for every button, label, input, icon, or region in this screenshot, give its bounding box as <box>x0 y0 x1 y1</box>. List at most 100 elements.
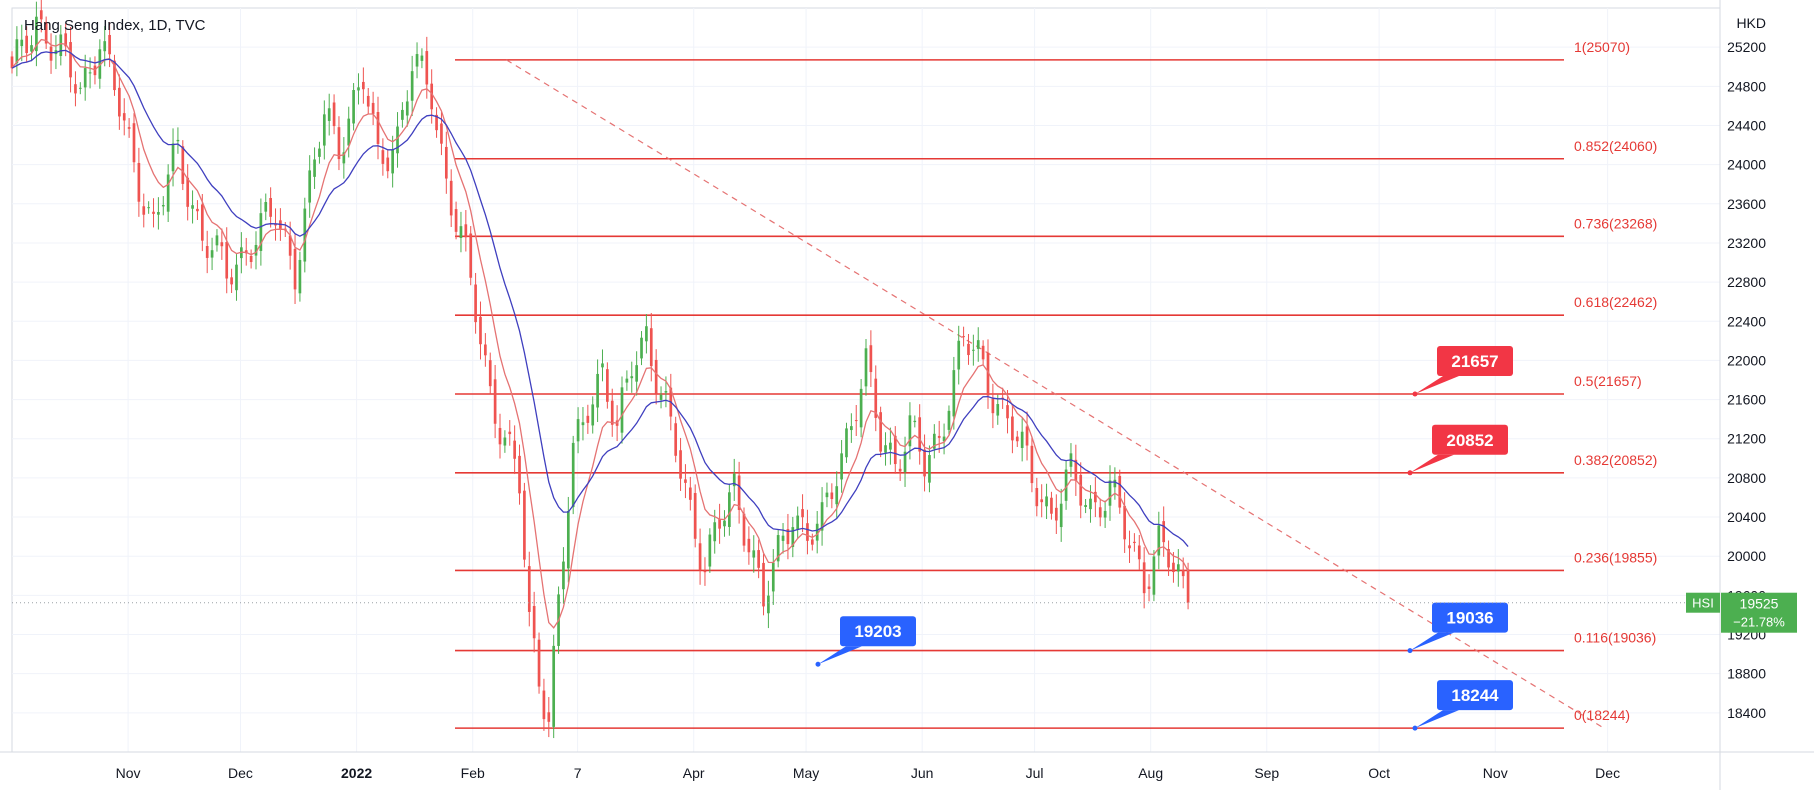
candle-body <box>859 388 863 428</box>
candle-body <box>420 55 424 61</box>
candle-body <box>654 359 658 394</box>
candle-body <box>532 605 536 639</box>
candle-body <box>845 428 848 458</box>
candle-body <box>976 340 980 349</box>
candle-body <box>645 326 648 342</box>
candle-body <box>1040 499 1044 503</box>
candle-body <box>523 490 526 560</box>
candle-body <box>147 207 150 209</box>
candle-body <box>503 437 507 446</box>
time-tick-label: Sep <box>1254 765 1279 781</box>
candlestick-chart[interactable]: 1(25070) 0.852(24060) 0.736(23268) 0.618(22… <box>0 0 1814 794</box>
candle-body <box>952 370 956 417</box>
candle-body <box>142 206 146 215</box>
candle-body <box>1181 569 1185 577</box>
candle-body <box>606 369 609 402</box>
last-price-badge[interactable]: 19525 −21.78% <box>1721 592 1797 633</box>
candle-body <box>303 208 307 262</box>
candle-body <box>835 486 839 505</box>
price-tick-label: 22800 <box>1727 274 1766 290</box>
candle-body <box>215 235 219 246</box>
candle-body <box>176 139 180 142</box>
candle-body <box>313 159 316 177</box>
price-tick-label: 23200 <box>1727 235 1766 251</box>
candle-body <box>728 492 731 527</box>
chart-container[interactable]: 1(25070) 0.852(24060) 0.736(23268) 0.618(22… <box>0 0 1814 794</box>
candle-body <box>1118 475 1122 508</box>
candle-body <box>298 259 302 294</box>
symbol-tag[interactable]: HSI <box>1686 592 1720 613</box>
candle-body <box>879 412 882 452</box>
candle-body <box>132 123 136 163</box>
candle-body <box>757 550 760 568</box>
candle-body <box>293 248 297 290</box>
candle-body <box>352 90 355 124</box>
candle-body <box>1142 562 1146 594</box>
candle-body <box>947 410 951 430</box>
candle-body <box>635 365 638 382</box>
candle-body <box>449 180 453 216</box>
candle-body <box>381 150 385 164</box>
candle-body <box>1084 505 1087 507</box>
candle-body <box>542 690 546 720</box>
candle-body <box>327 108 331 121</box>
candle-body <box>1137 545 1141 560</box>
candle-body <box>1059 503 1063 528</box>
candle-body <box>698 543 702 571</box>
fib-level-label: 0.116(19036) <box>1574 630 1656 646</box>
candle-body <box>498 427 502 445</box>
candle-body <box>1089 498 1092 510</box>
candle-body <box>1015 436 1019 442</box>
candle-body <box>659 394 663 400</box>
time-tick-label: Jun <box>911 765 934 781</box>
price-tick-label: 20400 <box>1727 509 1766 525</box>
candle-body <box>30 45 33 52</box>
candle-body <box>1025 426 1029 446</box>
candle-body <box>737 475 741 510</box>
time-tick-label: Apr <box>683 765 705 781</box>
candle-body <box>684 479 687 483</box>
fib-level-label: 1(25070) <box>1574 39 1630 55</box>
candle-body <box>591 404 595 426</box>
candle-body <box>1079 474 1083 506</box>
candle-body <box>571 442 575 508</box>
candle-body <box>1172 562 1175 573</box>
candle-body <box>1011 416 1014 441</box>
candle-body <box>396 126 399 154</box>
time-tick-label: Nov <box>1483 765 1508 781</box>
candle-body <box>1045 496 1048 507</box>
price-tick-label: 20000 <box>1727 548 1766 564</box>
candle-body <box>479 316 482 345</box>
candle-body <box>166 174 170 212</box>
time-tick-label: Dec <box>1595 765 1620 781</box>
candle-body <box>850 426 853 431</box>
callout-text: 21657 <box>1451 352 1498 371</box>
candle-body <box>152 211 155 214</box>
candle-body <box>957 340 961 370</box>
candle-body <box>371 102 375 114</box>
candle-body <box>308 170 312 203</box>
candle-body <box>718 519 721 529</box>
candle-body <box>83 68 87 88</box>
candle-body <box>840 453 843 480</box>
candle-body <box>1108 480 1112 506</box>
price-tick-label: 24800 <box>1727 78 1766 94</box>
candle-body <box>171 143 175 172</box>
candle-body <box>1157 525 1161 556</box>
candle-body <box>513 440 516 459</box>
currency-label: HKD <box>1736 15 1766 31</box>
candle-body <box>196 208 199 212</box>
candle-body <box>825 492 829 498</box>
callout-anchor <box>1407 648 1413 654</box>
callout-text: 20852 <box>1446 431 1493 450</box>
candle-body <box>322 114 326 146</box>
candle-body <box>464 224 468 238</box>
candle-body <box>108 34 111 55</box>
candle-body <box>78 87 82 89</box>
candle-body <box>25 35 28 54</box>
candle-body <box>610 400 614 425</box>
candle-body <box>118 87 121 117</box>
candle-body <box>264 202 268 212</box>
price-tick-label: 25200 <box>1727 39 1766 55</box>
candle-body <box>781 535 785 541</box>
